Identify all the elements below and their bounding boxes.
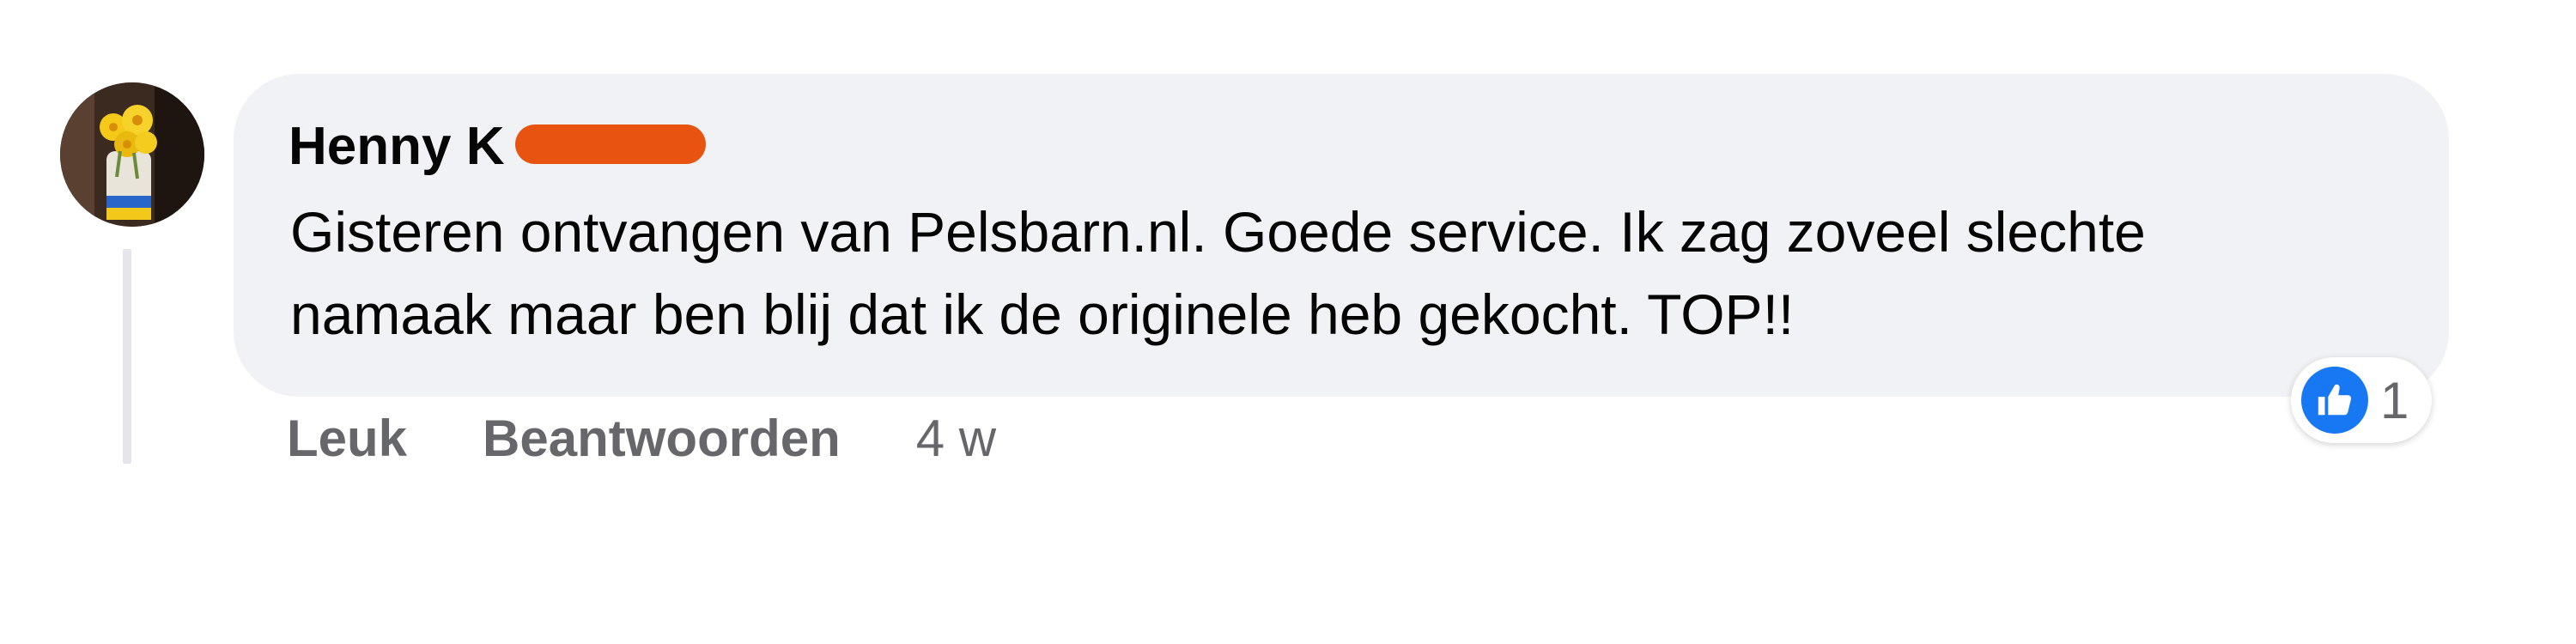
comment-author-name[interactable]: Henny K [289, 110, 504, 184]
avatar-image [60, 82, 204, 227]
comment-text: Gisteren ontvangen van Pelsbarn.nl. Goed… [290, 200, 2146, 346]
name-redaction-overlay [515, 125, 706, 164]
reaction-summary[interactable]: 1 [2291, 357, 2432, 443]
reaction-count: 1 [2380, 371, 2409, 429]
avatar[interactable] [60, 82, 204, 227]
reply-thread-line [123, 249, 131, 464]
reply-button[interactable]: Beantwoorden [483, 409, 841, 468]
like-button[interactable]: Leuk [287, 409, 407, 468]
comment-actions: Leuk Beantwoorden 4 w [287, 404, 996, 472]
comment-timestamp[interactable]: 4 w [916, 409, 996, 468]
thumbs-up-icon [2301, 367, 2368, 434]
